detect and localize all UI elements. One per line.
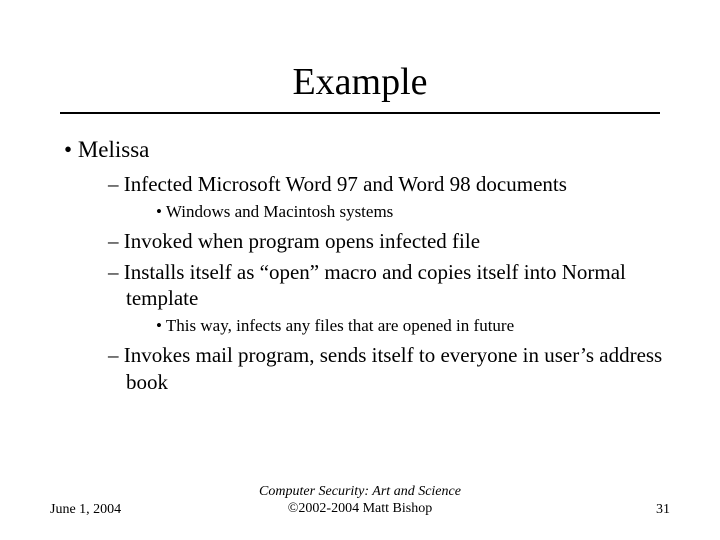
bullet-l3: Windows and Macintosh systems — [54, 201, 666, 222]
bullet-text: Infected Microsoft Word 97 and Word 98 d… — [124, 172, 567, 196]
footer-source: Computer Security: Art and Science — [259, 484, 461, 501]
footer-date: June 1, 2004 — [50, 502, 140, 518]
bullet-text: This way, infects any files that are ope… — [166, 316, 514, 335]
bullet-l2: Invoked when program opens infected file — [54, 228, 666, 254]
slide-title: Example — [50, 60, 670, 104]
bullet-l2: Infected Microsoft Word 97 and Word 98 d… — [54, 171, 666, 197]
bullet-text: Melissa — [78, 137, 150, 162]
footer-page-number: 31 — [580, 502, 670, 518]
bullet-text: Installs itself as “open” macro and copi… — [124, 260, 626, 310]
bullet-l2: Invokes mail program, sends itself to ev… — [54, 342, 666, 395]
bullet-l2: Installs itself as “open” macro and copi… — [54, 259, 666, 312]
bullet-l3: This way, infects any files that are ope… — [54, 315, 666, 336]
title-rule — [60, 112, 660, 114]
slide-body: Melissa Infected Microsoft Word 97 and W… — [50, 136, 670, 395]
bullet-text: Invokes mail program, sends itself to ev… — [124, 343, 662, 393]
bullet-text: Windows and Macintosh systems — [166, 202, 393, 221]
slide-footer: June 1, 2004 Computer Security: Art and … — [0, 484, 720, 518]
footer-center: Computer Security: Art and Science ©2002… — [259, 484, 461, 518]
bullet-l1: Melissa — [54, 136, 666, 165]
bullet-text: Invoked when program opens infected file — [124, 229, 480, 253]
slide: Example Melissa Infected Microsoft Word … — [0, 0, 720, 540]
footer-copyright: ©2002-2004 Matt Bishop — [259, 501, 461, 518]
